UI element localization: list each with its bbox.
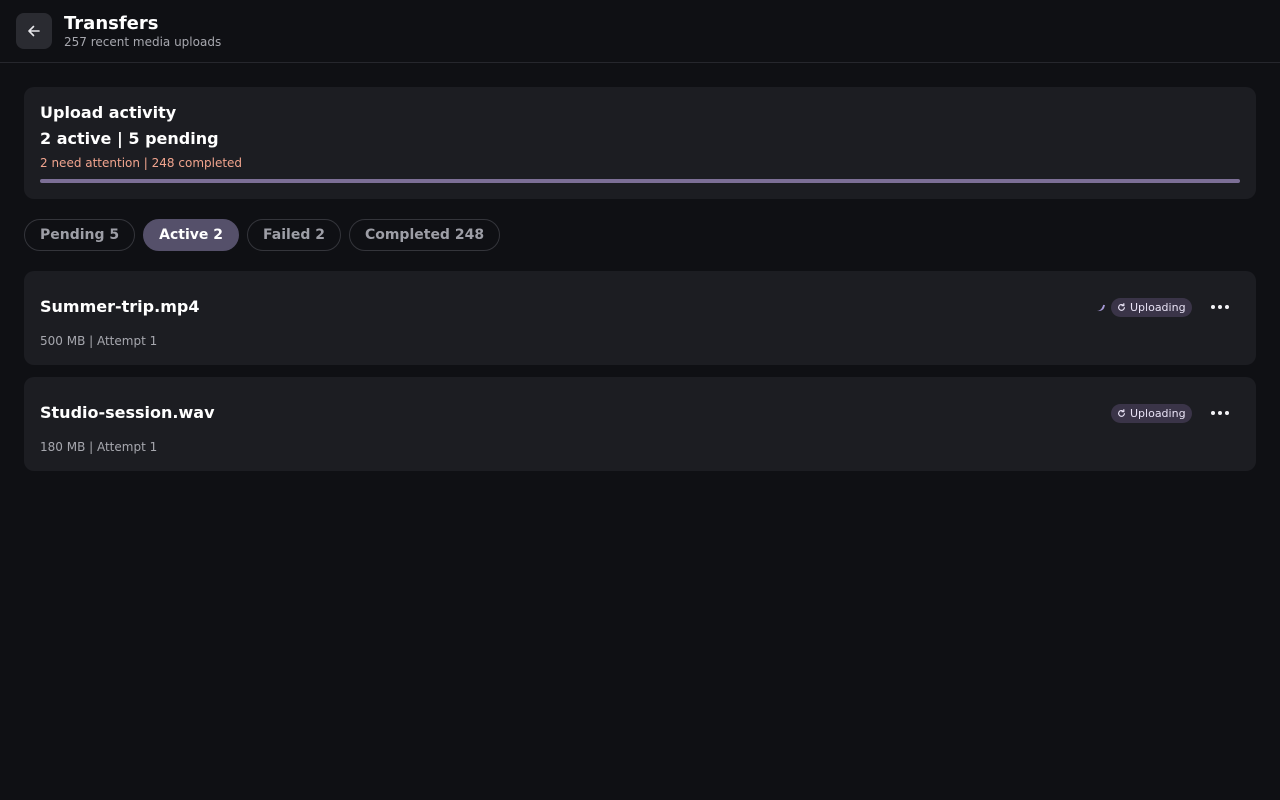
transfer-file-name: Summer-trip.mp4 <box>40 297 200 316</box>
more-horizontal-icon <box>1211 305 1215 309</box>
spinner-icon <box>1096 303 1106 313</box>
more-dot <box>1225 305 1229 309</box>
transfer-file-name: Studio-session.wav <box>40 403 215 422</box>
upload-progress-bar <box>40 179 1240 183</box>
status-label: Uploading <box>1130 406 1186 420</box>
more-dot <box>1218 305 1222 309</box>
refresh-icon <box>1118 303 1125 311</box>
app-header: Transfers 257 recent media uploads <box>0 0 1280 63</box>
transfer-item[interactable]: Studio-session.wav 180 MB | Attempt 1 Up… <box>24 377 1256 471</box>
summary-title: Upload activity <box>40 103 177 122</box>
back-button[interactable] <box>16 13 52 49</box>
summary-counts: 2 active | 5 pending <box>40 129 219 148</box>
transfer-meta: 180 MB | Attempt 1 <box>40 440 158 454</box>
status-badge: Uploading <box>1111 298 1192 317</box>
tab-completed[interactable]: Completed 248 <box>348 219 501 251</box>
more-options-button[interactable] <box>1204 295 1236 319</box>
status-label: Uploading <box>1130 300 1186 314</box>
transfer-item[interactable]: Summer-trip.mp4 500 MB | Attempt 1 Uploa… <box>24 271 1256 365</box>
transfer-meta: 500 MB | Attempt 1 <box>40 334 158 348</box>
upload-progress-fill <box>40 179 1240 183</box>
tab-active[interactable]: Active 2 <box>143 219 240 251</box>
more-dot <box>1218 411 1222 415</box>
more-horizontal-icon <box>1211 411 1215 415</box>
refresh-icon <box>1118 409 1125 417</box>
more-options-button[interactable] <box>1204 401 1236 425</box>
more-dot <box>1225 411 1229 415</box>
arrow-left-icon <box>28 25 40 37</box>
filter-tabs: Pending 5 Active 2 Failed 2 Completed 24… <box>24 219 501 251</box>
status-badge: Uploading <box>1111 404 1192 423</box>
tab-failed[interactable]: Failed 2 <box>247 219 341 251</box>
page-subtitle: 257 recent media uploads <box>64 35 222 49</box>
page-title: Transfers <box>64 13 159 34</box>
upload-activity-card: Upload activity 2 active | 5 pending 2 n… <box>24 87 1256 199</box>
tab-pending[interactable]: Pending 5 <box>24 219 136 251</box>
summary-attention: 2 need attention | 248 completed <box>40 156 243 170</box>
